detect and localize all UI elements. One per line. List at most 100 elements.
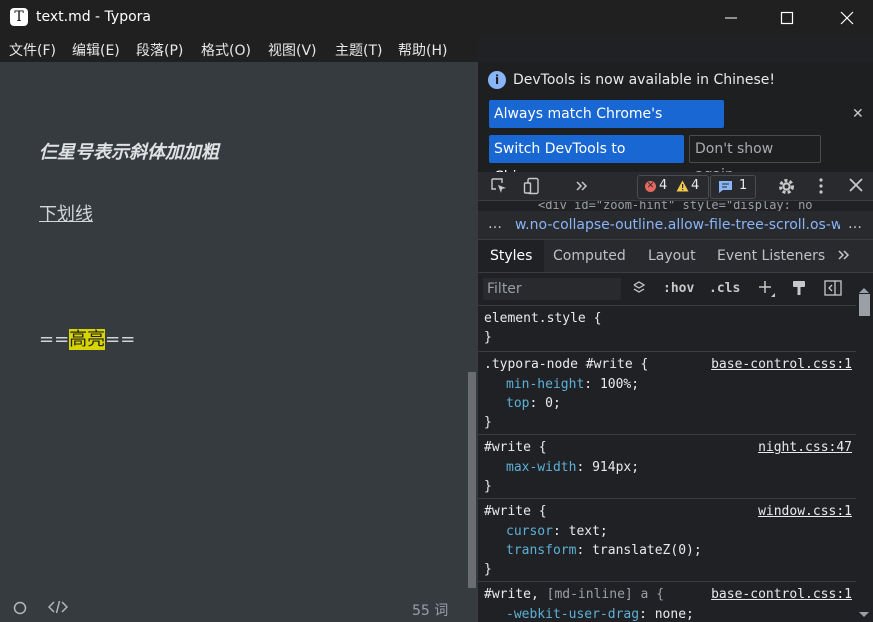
minimize-icon [725, 17, 737, 19]
rule-selector: #write { [484, 440, 547, 455]
editor-pane[interactable]: 仨星号表示斜体加加粗 下划线 ==高亮== [0, 62, 478, 588]
issues-counter[interactable]: ✕ 4 4 [637, 175, 709, 199]
styles-scroll-thumb[interactable] [859, 294, 870, 316]
highlight-line[interactable]: ==高亮== [39, 325, 135, 351]
class-toggle[interactable]: .cls [709, 281, 740, 296]
close-infobar-button[interactable]: ✕ [852, 106, 864, 122]
layers-icon[interactable] [632, 280, 646, 296]
dom-tree-peek[interactable]: <div id="zoom-hint" style="display: no [538, 201, 858, 211]
menu-format[interactable]: 格式(O) [201, 40, 251, 60]
menu-file[interactable]: 文件(F) [9, 40, 56, 60]
sidebar-toggle-icon[interactable] [13, 601, 27, 615]
rule-selector: .typora-node #write { [484, 357, 649, 372]
rule-close-brace: } [484, 415, 492, 430]
styles-scrollbar[interactable] [856, 286, 873, 622]
rule-close-brace: } [484, 562, 492, 577]
window-title: text.md - Typora [36, 9, 152, 25]
rule-source-link[interactable]: night.css:47 [758, 440, 852, 455]
dont-show-again-button[interactable]: Don't show again [689, 135, 821, 183]
status-bar: 55 词 [0, 588, 478, 622]
rule-source-link[interactable]: base-control.css:1 [711, 587, 852, 602]
minimize-button[interactable] [708, 0, 754, 36]
menu-bar: 文件(F) 编辑(E) 段落(P) 格式(O) 视图(V) 主题(T) 帮助(H… [0, 36, 478, 62]
info-icon: i [488, 71, 506, 89]
new-style-rule-icon[interactable] [758, 280, 776, 298]
warning-count: 4 [691, 178, 700, 193]
title-bar: T text.md - Typora [0, 0, 873, 36]
mark-prefix: == [39, 329, 70, 350]
underline-text[interactable]: 下划线 [39, 200, 93, 226]
scroll-down-arrow-icon[interactable] [859, 612, 869, 617]
styles-filter-input[interactable] [483, 278, 621, 300]
style-rule[interactable]: .typora-node #write { base-control.css:1… [478, 351, 856, 435]
style-declaration[interactable]: top: 0; [506, 396, 561, 411]
styles-rules-list: element.style { } .typora-node #write { … [478, 305, 856, 622]
style-rule[interactable]: #write { window.css:1 cursor: text; tran… [478, 498, 856, 582]
scroll-up-arrow-icon[interactable] [859, 288, 869, 293]
inspect-element-icon[interactable] [490, 177, 508, 195]
devtools-toolbar: ✕ 4 4 1 [478, 172, 873, 201]
maximize-button[interactable] [764, 0, 810, 36]
close-icon [840, 11, 854, 25]
bold-italic-text[interactable]: 仨星号表示斜体加加粗 [39, 138, 219, 164]
tab-computed[interactable]: Computed [553, 248, 626, 264]
message-icon [719, 181, 732, 193]
breadcrumb-scroll-left[interactable]: … [488, 216, 502, 232]
tab-event-listeners[interactable]: Event Listeners [717, 248, 825, 264]
style-rule[interactable]: element.style { } [478, 305, 856, 352]
infobar-message: DevTools is now available in Chinese! [513, 72, 775, 88]
highlighted-text: 高亮 [69, 329, 106, 350]
tab-layout[interactable]: Layout [648, 248, 696, 264]
style-declaration[interactable]: max-width: 914px; [506, 460, 639, 475]
menu-help[interactable]: 帮助(H) [398, 40, 447, 60]
breadcrumb-item[interactable]: w.no-collapse-outline.allow-file-tree-sc… [515, 217, 840, 233]
menu-theme[interactable]: 主题(T) [335, 40, 382, 60]
messages-counter[interactable]: 1 [710, 175, 756, 199]
device-toolbar-icon[interactable] [523, 177, 541, 195]
match-language-button[interactable]: Always match Chrome's language [489, 100, 724, 150]
rule-selector: #write { [484, 504, 547, 519]
rule-source-link[interactable]: base-control.css:1 [711, 357, 852, 372]
rule-selector: #write, [md-inline] a { [484, 587, 665, 602]
switch-to-chinese-button[interactable]: Switch DevTools to Chinese [489, 135, 684, 185]
close-window-button[interactable] [824, 0, 870, 36]
devtools-panel: i DevTools is now available in Chinese! … [478, 62, 873, 622]
style-rule[interactable]: #write { night.css:47 max-width: 914px; … [478, 434, 856, 499]
typora-app-icon: T [10, 8, 28, 26]
toggle-sidebar-icon[interactable] [824, 280, 842, 296]
rule-source-link[interactable]: window.css:1 [758, 504, 852, 519]
language-infobar: i DevTools is now available in Chinese! … [478, 62, 873, 185]
style-declaration[interactable]: min-height: 100%; [506, 377, 639, 392]
hover-state-toggle[interactable]: :hov [663, 281, 694, 296]
style-rule[interactable]: #write, [md-inline] a { base-control.css… [478, 581, 856, 622]
editor-scrollbar[interactable] [468, 372, 476, 588]
dom-breadcrumb: … w.no-collapse-outline.allow-file-tree-… [478, 211, 873, 240]
menu-edit[interactable]: 编辑(E) [72, 40, 120, 60]
error-count: 4 [659, 178, 668, 193]
settings-gear-icon[interactable] [777, 177, 796, 196]
rule-selector: element.style { [484, 311, 602, 326]
source-code-icon[interactable] [48, 600, 68, 614]
warning-icon [676, 180, 689, 192]
style-declaration[interactable]: transform: translateZ(0); [506, 543, 702, 558]
rule-close-brace: } [484, 330, 492, 345]
close-devtools-icon[interactable] [848, 177, 864, 193]
maximize-icon [780, 11, 794, 25]
menu-view[interactable]: 视图(V) [268, 40, 317, 60]
more-options-icon[interactable] [816, 177, 826, 195]
breadcrumb-scroll-right[interactable]: … [848, 216, 862, 232]
error-icon: ✕ [645, 181, 656, 192]
style-declaration[interactable]: -webkit-user-drag: none; [506, 607, 694, 622]
styles-filter-bar: :hov .cls [478, 273, 856, 306]
sidebar-tabs: Styles Computed Layout Event Listeners [478, 240, 873, 273]
style-declaration[interactable]: cursor: text; [506, 524, 608, 539]
paint-brush-icon[interactable] [791, 280, 807, 296]
more-sidebar-tabs-icon[interactable] [837, 246, 851, 264]
menu-paragraph[interactable]: 段落(P) [136, 40, 183, 60]
mark-suffix: == [105, 329, 136, 350]
more-tabs-icon[interactable] [574, 177, 590, 195]
message-count: 1 [739, 178, 748, 193]
tab-styles[interactable]: Styles [478, 240, 545, 272]
rule-close-brace: } [484, 479, 492, 494]
word-count[interactable]: 55 词 [412, 600, 448, 620]
